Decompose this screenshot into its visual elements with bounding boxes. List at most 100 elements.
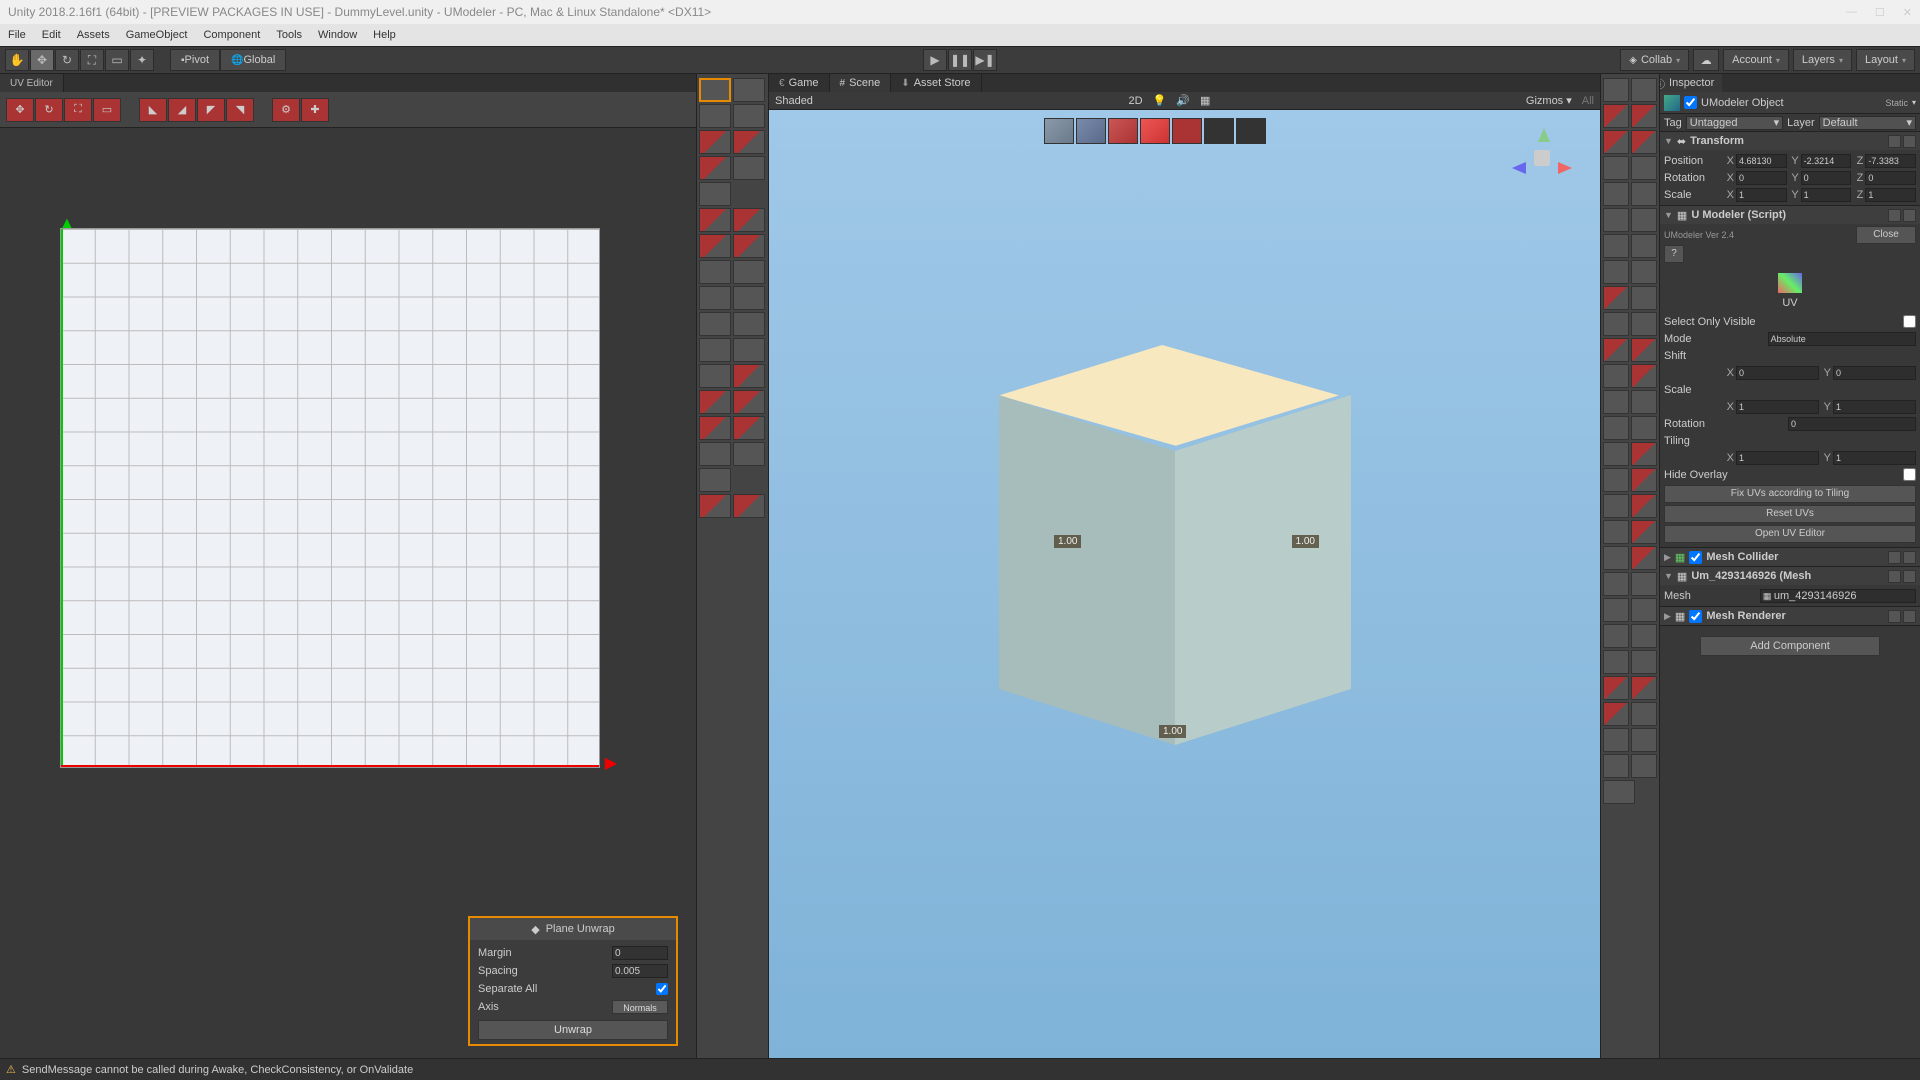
axis-value[interactable]: Normals — [612, 1000, 668, 1014]
static-label[interactable]: Static — [1885, 98, 1908, 108]
uv-editor-tab[interactable]: UV Editor — [0, 74, 64, 92]
gizmos-dropdown[interactable]: Gizmos ▾ — [1526, 94, 1572, 107]
tool-icon[interactable] — [1631, 546, 1657, 570]
scene-mode-icon[interactable] — [1172, 118, 1202, 144]
cloud-icon[interactable]: ☁ — [1693, 49, 1719, 71]
uscale-x-field[interactable]: 1 — [1736, 400, 1819, 414]
help-icon[interactable] — [1888, 610, 1901, 623]
shift-x-field[interactable]: 0 — [1736, 366, 1819, 380]
gear-icon[interactable] — [1903, 135, 1916, 148]
tool-icon[interactable] — [733, 494, 765, 518]
scene-mode-icon[interactable] — [1108, 118, 1138, 144]
audio-icon[interactable]: 🔊 — [1176, 94, 1190, 107]
gear-icon[interactable] — [1903, 610, 1916, 623]
tool-icon[interactable] — [733, 416, 765, 440]
separate-all-checkbox[interactable] — [656, 983, 668, 995]
tool-icon[interactable] — [1631, 182, 1657, 206]
cube-object[interactable]: 1.00 1.00 1.00 — [959, 345, 1379, 815]
tool-icon[interactable] — [1603, 390, 1629, 414]
orientation-gizmo[interactable] — [1512, 128, 1572, 188]
layers-dropdown[interactable]: Layers — [1793, 49, 1852, 71]
fx-icon[interactable]: ▦ — [1200, 94, 1210, 107]
minimize-icon[interactable]: — — [1846, 6, 1857, 19]
tool-icon[interactable] — [1603, 520, 1629, 544]
reset-uvs-button[interactable]: Reset UVs — [1664, 505, 1916, 523]
tool-icon[interactable] — [1603, 598, 1629, 622]
add-component-button[interactable]: Add Component — [1700, 636, 1880, 656]
tool-icon[interactable] — [733, 286, 765, 310]
tag-dropdown[interactable]: Untagged▾ — [1686, 116, 1783, 130]
rot-x-field[interactable]: 0 — [1736, 171, 1787, 185]
uv-rotate-icon[interactable]: ↻ — [35, 98, 63, 122]
tool-icon[interactable] — [733, 338, 765, 362]
tool-icon[interactable] — [733, 442, 765, 466]
gear-icon[interactable] — [1903, 570, 1916, 583]
menu-assets[interactable]: Assets — [77, 29, 110, 41]
gear-icon[interactable] — [1903, 209, 1916, 222]
layout-dropdown[interactable]: Layout — [1856, 49, 1915, 71]
scale-z-field[interactable]: 1 — [1865, 188, 1916, 202]
mesh-field[interactable]: ▦ um_4293146926 — [1760, 589, 1916, 603]
tool-icon[interactable] — [1631, 104, 1657, 128]
layer-dropdown[interactable]: Default▾ — [1819, 116, 1916, 130]
tool-icon[interactable] — [1603, 104, 1629, 128]
uv-canvas[interactable]: ▲ ▶ ◆ Plane Unwrap Margin Spacing Separa… — [0, 128, 696, 1058]
tool-icon[interactable] — [699, 416, 731, 440]
menu-gameobject[interactable]: GameObject — [126, 29, 188, 41]
component-enabled-checkbox[interactable] — [1689, 610, 1702, 623]
tool-icon[interactable] — [1603, 286, 1629, 310]
menu-window[interactable]: Window — [318, 29, 357, 41]
scene-mode-icon[interactable] — [1204, 118, 1234, 144]
tool-icon[interactable] — [1631, 494, 1657, 518]
scale-tool-icon[interactable]: ⛶ — [80, 49, 104, 71]
tool-icon[interactable] — [699, 442, 731, 466]
component-enabled-checkbox[interactable] — [1689, 551, 1702, 564]
select-only-visible-checkbox[interactable] — [1903, 315, 1916, 328]
tool-icon[interactable] — [699, 104, 731, 128]
hand-tool-icon[interactable]: ✋ — [5, 49, 29, 71]
tool-icon[interactable] — [1603, 754, 1629, 778]
scale-y-field[interactable]: 1 — [1801, 188, 1852, 202]
tool-icon[interactable] — [1631, 468, 1657, 492]
search-all[interactable]: All — [1582, 95, 1594, 107]
tool-icon[interactable] — [733, 234, 765, 258]
tool-icon[interactable] — [699, 182, 731, 206]
tool-icon[interactable] — [1631, 598, 1657, 622]
tool-icon[interactable] — [1603, 728, 1629, 752]
tool-icon[interactable] — [1603, 78, 1629, 102]
tool-icon[interactable] — [733, 364, 765, 388]
maximize-icon[interactable]: ☐ — [1875, 6, 1885, 19]
pivot-button[interactable]: ▪ Pivot — [170, 49, 220, 71]
uv-rect-icon[interactable]: ▭ — [93, 98, 121, 122]
tool-icon[interactable] — [733, 260, 765, 284]
tool-icon[interactable] — [1631, 260, 1657, 284]
active-checkbox[interactable] — [1684, 96, 1697, 109]
tool-icon[interactable] — [1603, 780, 1635, 804]
pos-z-field[interactable]: -7.3383 — [1865, 154, 1916, 168]
tool-icon[interactable] — [1603, 676, 1629, 700]
tool-icon[interactable] — [1603, 702, 1629, 726]
tiling-y-field[interactable]: 1 — [1833, 451, 1916, 465]
tool-icon[interactable] — [733, 208, 765, 232]
tool-icon[interactable] — [699, 390, 731, 414]
tool-icon[interactable] — [699, 260, 731, 284]
uv-tri4-icon[interactable]: ◥ — [226, 98, 254, 122]
tool-icon[interactable] — [1631, 390, 1657, 414]
tab-scene[interactable]: # Scene — [830, 74, 892, 92]
tool-icon[interactable] — [1631, 624, 1657, 648]
tool-icon[interactable] — [1603, 182, 1629, 206]
tool-icon[interactable] — [1631, 234, 1657, 258]
tool-icon[interactable] — [733, 130, 765, 154]
uv-plus-icon[interactable]: ✚ — [301, 98, 329, 122]
tool-icon[interactable] — [1603, 338, 1629, 362]
tool-icon[interactable] — [1603, 156, 1629, 180]
uscale-y-field[interactable]: 1 — [1833, 400, 1916, 414]
tool-icon[interactable] — [1603, 234, 1629, 258]
tool-icon[interactable] — [1603, 208, 1629, 232]
open-uv-editor-button[interactable]: Open UV Editor — [1664, 525, 1916, 543]
tool-icon[interactable] — [1603, 442, 1629, 466]
tool-icon[interactable] — [1603, 364, 1629, 388]
tool-icon[interactable] — [699, 312, 731, 336]
uv-gear-icon[interactable]: ⚙ — [272, 98, 300, 122]
menu-tools[interactable]: Tools — [276, 29, 302, 41]
